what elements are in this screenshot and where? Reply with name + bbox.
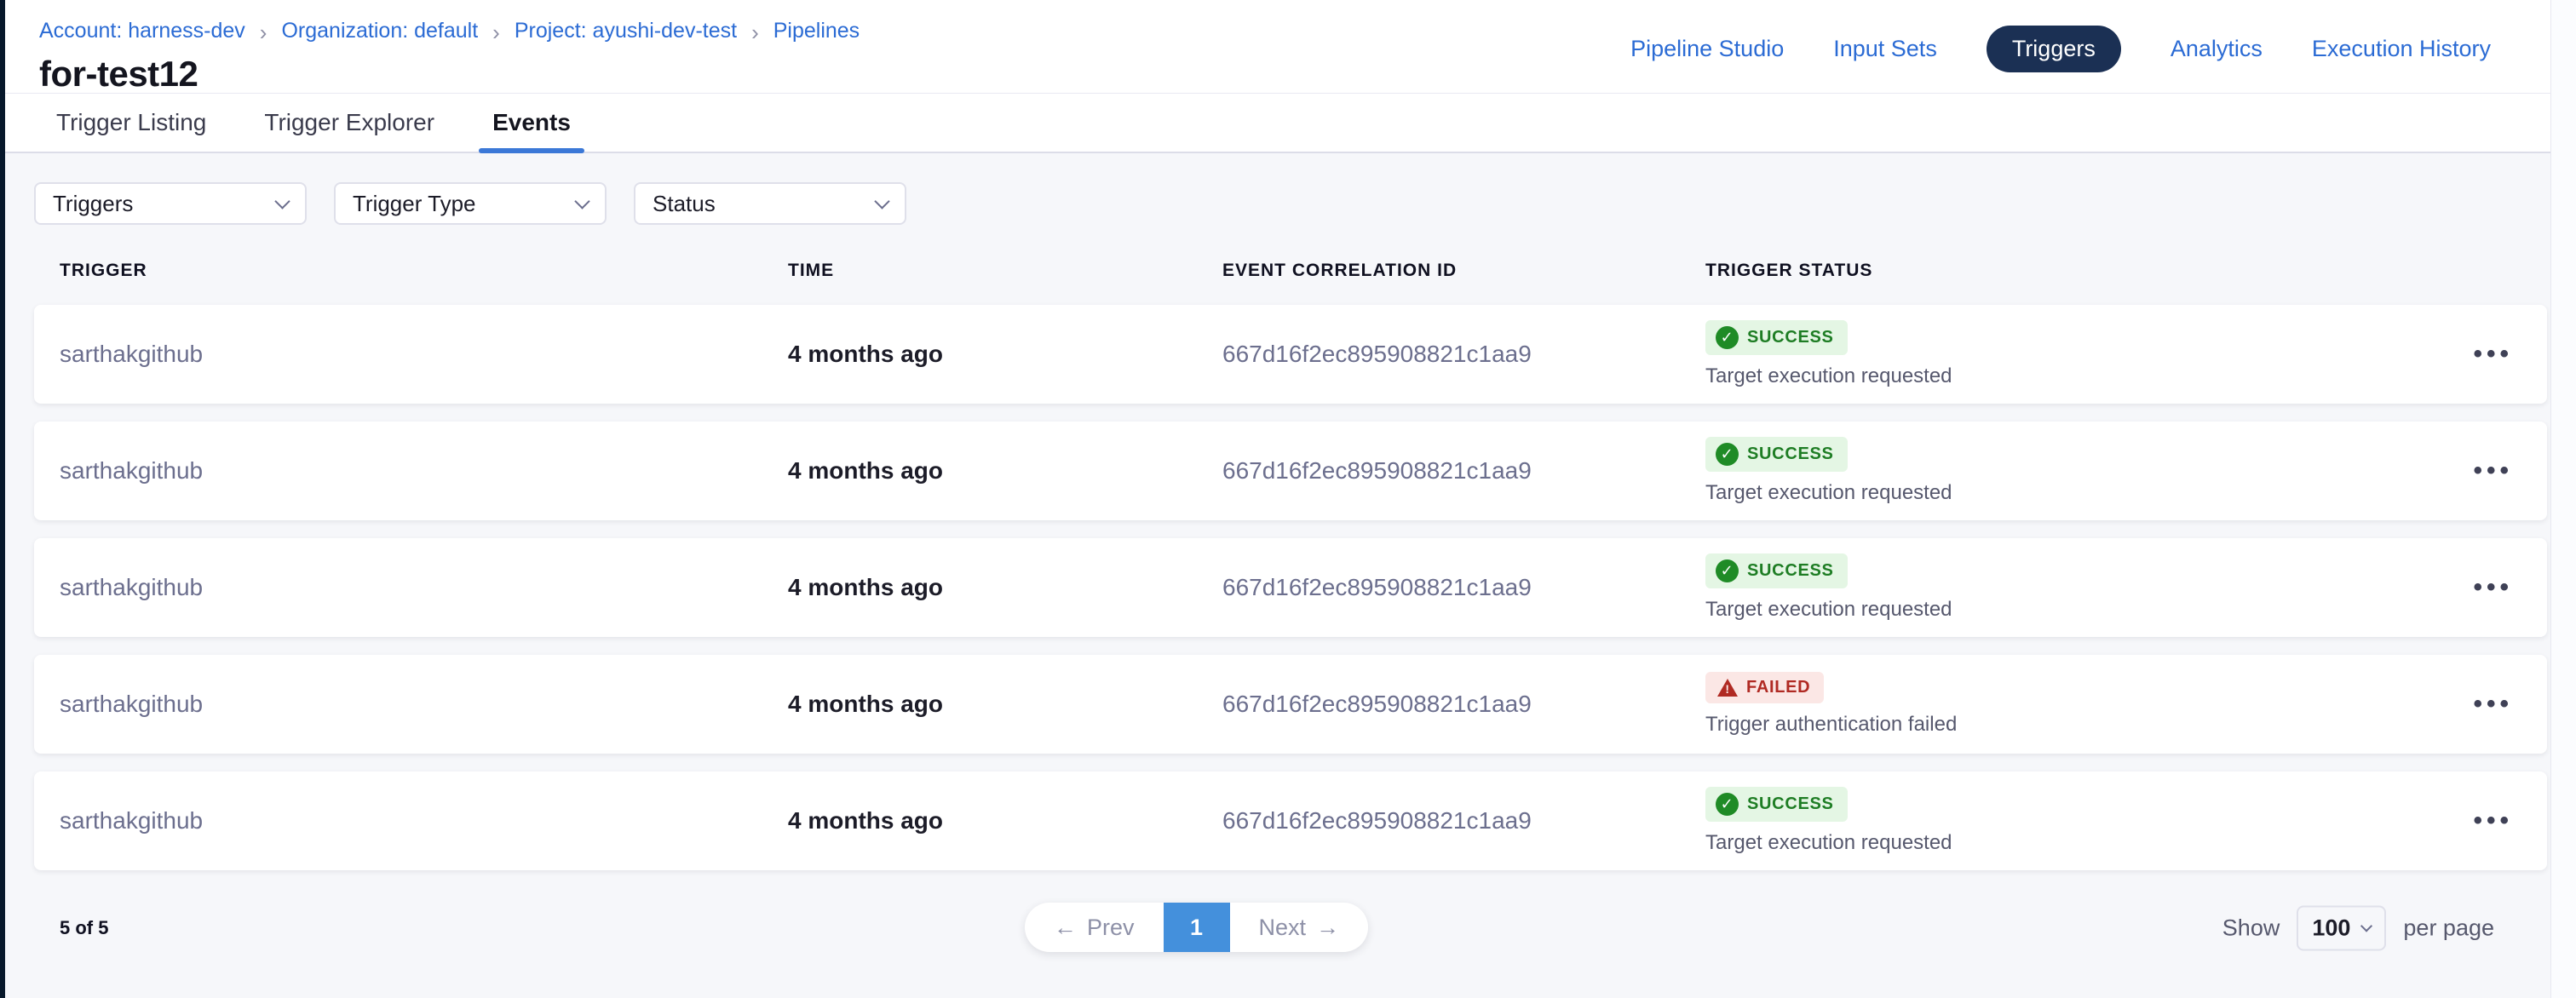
page-header: Account: harness-dev › Organization: def… [0,0,2576,94]
events-table: sarthakgithub 4 months ago 667d16f2ec895… [34,305,2547,870]
status-badge: ✓ SUCCESS [1705,787,1848,822]
check-circle-icon: ✓ [1716,326,1739,349]
status-filter-label: Status [653,191,716,217]
status-detail: Trigger authentication failed [1705,713,1957,737]
nav-triggers-active[interactable]: Triggers [1987,26,2121,72]
tab-bar: Trigger Listing Trigger Explorer Events [0,94,2576,153]
header-left: Account: harness-dev › Organization: def… [39,19,860,95]
column-header-trigger: TRIGGER [60,261,788,281]
status-filter-select[interactable]: Status [634,182,906,225]
check-circle-icon: ✓ [1716,559,1739,582]
chevron-down-icon [274,193,290,209]
breadcrumb-pipelines[interactable]: Pipelines [773,19,860,43]
row-options-menu-icon[interactable]: ••• [2473,808,2513,834]
chevron-down-icon [2360,920,2372,932]
page-size-control: Show 100 per page [2222,906,2494,951]
event-correlation-id: 667d16f2ec895908821c1aa9 [1222,341,1705,368]
tab-trigger-explorer[interactable]: Trigger Explorer [254,94,445,152]
collapsed-sidebar-edge [0,0,5,998]
column-header-time: TIME [788,261,1222,281]
trigger-status-cell: ✓ SUCCESS Target execution requested [1705,787,2411,855]
event-time: 4 months ago [788,807,1222,835]
triggers-filter-label: Triggers [53,191,133,217]
status-badge: ✓ SUCCESS [1705,320,1848,355]
event-correlation-id: 667d16f2ec895908821c1aa9 [1222,574,1705,601]
trigger-status-cell: ✓ SUCCESS Target execution requested [1705,553,2411,622]
trigger-type-filter-label: Trigger Type [353,191,476,217]
table-header: TRIGGER TIME EVENT CORRELATION ID TRIGGE… [34,261,2547,281]
chevron-right-icon: › [260,20,267,43]
arrow-left-icon: ← [1054,915,1077,941]
breadcrumb-account[interactable]: Account: harness-dev [39,19,245,43]
trigger-name: sarthakgithub [60,807,788,835]
tab-events[interactable]: Events [482,94,581,152]
trigger-name: sarthakgithub [60,574,788,601]
warning-triangle-icon [1717,679,1738,697]
trigger-name: sarthakgithub [60,341,788,368]
status-detail: Target execution requested [1705,364,1952,388]
trigger-type-filter-select[interactable]: Trigger Type [334,182,607,225]
chevron-right-icon: › [751,20,759,43]
breadcrumb-project[interactable]: Project: ayushi-dev-test [515,19,737,43]
page-size-select[interactable]: 100 [2297,906,2386,951]
page-title: for-test12 [39,54,860,95]
scrollbar-gutter[interactable] [2550,0,2576,998]
table-row[interactable]: sarthakgithub 4 months ago 667d16f2ec895… [34,305,2547,404]
trigger-status-cell: FAILED Trigger authentication failed [1705,672,2411,737]
event-correlation-id: 667d16f2ec895908821c1aa9 [1222,807,1705,835]
status-badge: FAILED [1705,672,1824,703]
prev-page-button[interactable]: ← Prev [1025,903,1164,952]
event-correlation-id: 667d16f2ec895908821c1aa9 [1222,691,1705,718]
status-badge: ✓ SUCCESS [1705,553,1848,588]
arrow-right-icon: → [1316,915,1339,941]
nav-execution-history[interactable]: Execution History [2312,36,2491,62]
row-options-menu-icon[interactable]: ••• [2473,458,2513,484]
show-label: Show [2222,915,2280,942]
status-badge: ✓ SUCCESS [1705,437,1848,472]
pipeline-nav: Pipeline Studio Input Sets Triggers Anal… [1630,26,2491,72]
status-detail: Target execution requested [1705,831,1952,855]
pager: ← Prev 1 Next → [1025,903,1368,952]
status-detail: Target execution requested [1705,481,1952,505]
event-time: 4 months ago [788,341,1222,368]
column-header-event-correlation-id: EVENT CORRELATION ID [1222,261,1705,281]
nav-input-sets[interactable]: Input Sets [1833,36,1937,62]
breadcrumb: Account: harness-dev › Organization: def… [39,19,860,43]
row-options-menu-icon[interactable]: ••• [2473,575,2513,600]
trigger-status-cell: ✓ SUCCESS Target execution requested [1705,437,2411,505]
check-circle-icon: ✓ [1716,793,1739,816]
event-time: 4 months ago [788,457,1222,485]
results-summary: 5 of 5 [60,917,108,939]
row-options-menu-icon[interactable]: ••• [2473,341,2513,367]
nav-pipeline-studio[interactable]: Pipeline Studio [1630,36,1784,62]
chevron-down-icon [574,193,589,209]
breadcrumb-organization[interactable]: Organization: default [281,19,478,43]
event-correlation-id: 667d16f2ec895908821c1aa9 [1222,457,1705,485]
event-time: 4 months ago [788,691,1222,718]
column-header-trigger-status: TRIGGER STATUS [1705,261,2411,281]
trigger-status-cell: ✓ SUCCESS Target execution requested [1705,320,2411,388]
trigger-name: sarthakgithub [60,691,788,718]
status-detail: Target execution requested [1705,598,1952,622]
table-row[interactable]: sarthakgithub 4 months ago 667d16f2ec895… [34,422,2547,520]
pagination-bar: 5 of 5 ← Prev 1 Next → Show 100 per page [34,903,2547,954]
chevron-right-icon: › [492,20,500,43]
chevron-down-icon [874,193,889,209]
events-content: Triggers Trigger Type Status TRIGGER TIM… [0,153,2576,954]
tab-trigger-listing[interactable]: Trigger Listing [46,94,216,152]
table-row[interactable]: sarthakgithub 4 months ago 667d16f2ec895… [34,771,2547,870]
event-time: 4 months ago [788,574,1222,601]
table-row[interactable]: sarthakgithub 4 months ago 667d16f2ec895… [34,538,2547,637]
triggers-filter-select[interactable]: Triggers [34,182,307,225]
nav-analytics[interactable]: Analytics [2171,36,2263,62]
current-page-button[interactable]: 1 [1164,903,1230,952]
check-circle-icon: ✓ [1716,443,1739,466]
row-options-menu-icon[interactable]: ••• [2473,691,2513,717]
table-row[interactable]: sarthakgithub 4 months ago 667d16f2ec895… [34,655,2547,754]
filter-row: Triggers Trigger Type Status [34,182,2547,225]
per-page-label: per page [2403,915,2494,942]
trigger-name: sarthakgithub [60,457,788,485]
next-page-button[interactable]: Next → [1230,903,1369,952]
